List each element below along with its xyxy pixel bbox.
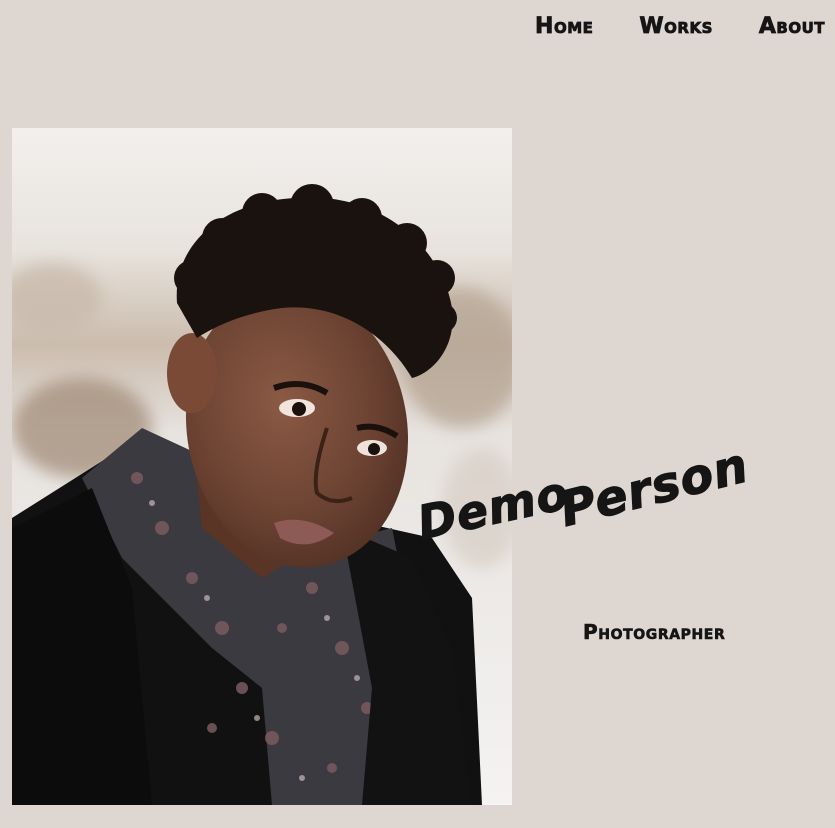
hero-role: Photographer xyxy=(583,620,726,645)
main-nav: Home Works About xyxy=(535,14,825,40)
nav-about-link[interactable]: About xyxy=(758,14,825,40)
hero-name-last: Person xyxy=(554,437,755,539)
nav-home-link[interactable]: Home xyxy=(535,14,594,40)
hero-name: Demo Person xyxy=(412,437,820,598)
portrait-photo xyxy=(12,128,512,805)
nav-works-link[interactable]: Works xyxy=(639,14,713,40)
hero-name-first: Demo xyxy=(412,465,574,551)
